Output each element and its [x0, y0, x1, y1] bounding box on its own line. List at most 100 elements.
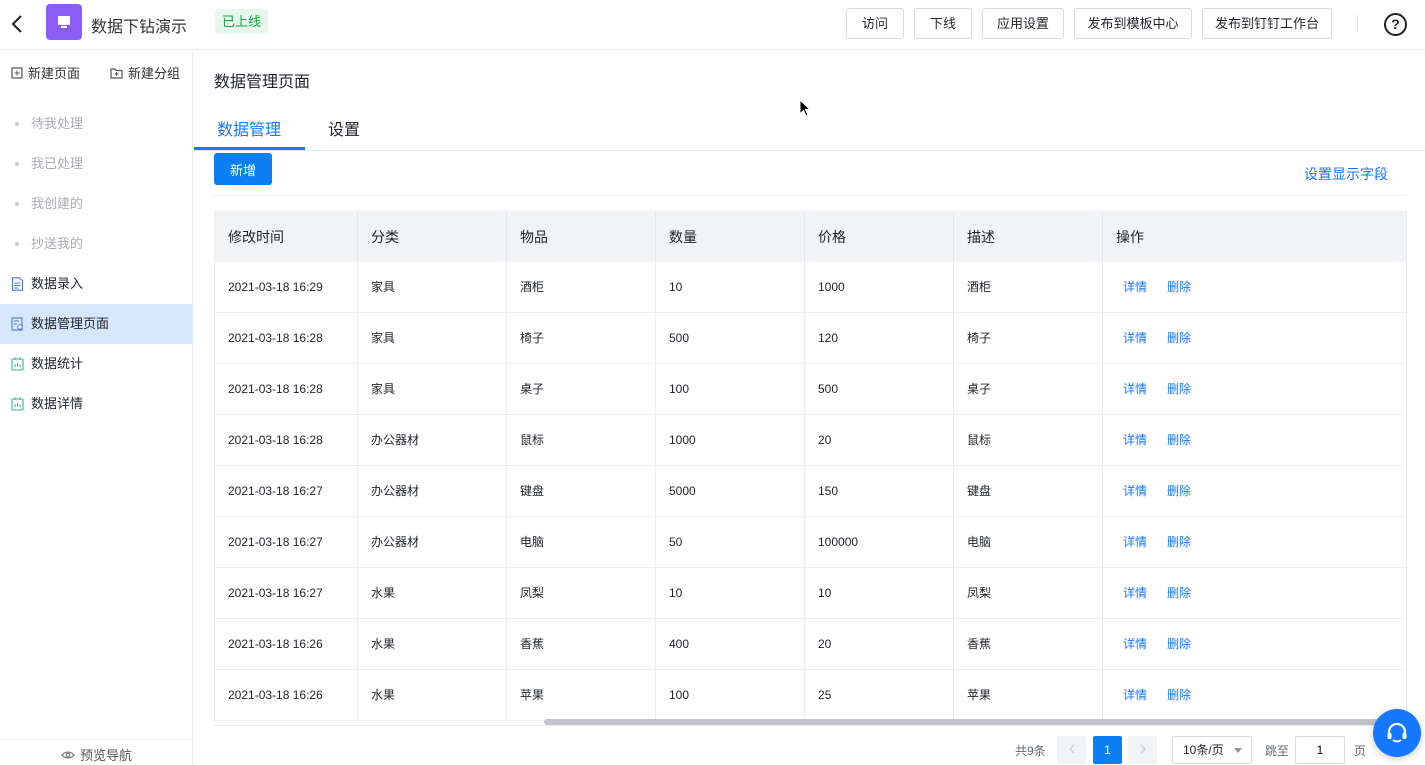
table-cell: 水果 — [358, 619, 507, 670]
table-cell: 2021-03-18 16:29 — [215, 262, 358, 313]
customer-service-button[interactable] — [1373, 709, 1421, 757]
horizontal-scrollbar[interactable] — [544, 719, 1406, 725]
detail-link[interactable]: 详情 — [1123, 262, 1147, 312]
preview-nav-label: 预览导航 — [79, 748, 132, 763]
sidebar-item-label: 数据统计 — [31, 356, 84, 371]
table-cell: 家具 — [358, 313, 507, 364]
table-cell: 2021-03-18 16:26 — [215, 670, 358, 721]
new-group-button[interactable]: 新建分组 — [110, 63, 180, 82]
table-row: 2021-03-18 16:28 家具 桌子 100 500 桌子 详情 删除 — [215, 364, 1406, 415]
sidebar-item-data-detail[interactable]: 数据详情 — [0, 384, 193, 424]
sidebar-item-cc[interactable]: 抄送我的 — [0, 224, 193, 264]
detail-link[interactable]: 详情 — [1123, 415, 1147, 465]
sidebar-item-data-entry[interactable]: 数据录入 — [0, 264, 193, 304]
table-cell: 香蕉 — [954, 619, 1103, 670]
sidebar-item-todo[interactable]: 待我处理 — [0, 104, 193, 144]
new-page-button[interactable]: 新建页面 — [11, 63, 80, 82]
table-cell: 办公器材 — [358, 415, 507, 466]
sidebar-item-label: 我已处理 — [31, 156, 84, 171]
table-cell: 50 — [656, 517, 805, 568]
detail-link[interactable]: 详情 — [1123, 670, 1147, 720]
table-cell: 水果 — [358, 670, 507, 721]
table-cell: 10 — [805, 568, 954, 619]
sidebar-item-done[interactable]: 我已处理 — [0, 144, 193, 184]
detail-link[interactable]: 详情 — [1123, 466, 1147, 516]
table-cell: 150 — [805, 466, 954, 517]
publish-template-button[interactable]: 发布到模板中心 — [1074, 8, 1192, 39]
table-row: 2021-03-18 16:27 办公器材 电脑 50 100000 电脑 详情 删除 — [215, 517, 1406, 568]
delete-link[interactable]: 删除 — [1167, 517, 1191, 567]
delete-link[interactable]: 删除 — [1167, 466, 1191, 516]
jump-page-input[interactable] — [1295, 736, 1345, 764]
app-icon — [46, 4, 82, 40]
data-table: 修改时间 分类 物品 数量 价格 描述 操作 2021-03-18 16:29 家… — [214, 211, 1407, 726]
column-header: 操作 — [1116, 229, 1144, 245]
report-icon — [11, 397, 24, 411]
column-header: 分类 — [358, 212, 507, 262]
pagination-total: 共9条 — [1015, 744, 1046, 758]
tab-data-manage[interactable]: 数据管理 — [217, 116, 281, 140]
table-row: 2021-03-18 16:28 家具 椅子 500 120 椅子 详情 删除 — [215, 313, 1406, 364]
table-cell: 20 — [805, 619, 954, 670]
delete-link[interactable]: 删除 — [1167, 670, 1191, 720]
help-icon[interactable]: ? — [1384, 13, 1407, 36]
tab-settings[interactable]: 设置 — [328, 116, 360, 140]
delete-link[interactable]: 删除 — [1167, 415, 1191, 465]
detail-link[interactable]: 详情 — [1123, 517, 1147, 567]
app-settings-button[interactable]: 应用设置 — [982, 8, 1064, 39]
sidebar-item-data-manage[interactable]: 数据管理页面 — [0, 304, 193, 344]
delete-link[interactable]: 删除 — [1167, 568, 1191, 618]
publish-dingtalk-button[interactable]: 发布到钉钉工作台 — [1202, 8, 1332, 39]
report-icon — [11, 357, 24, 371]
table-cell: 5000 — [656, 466, 805, 517]
visit-button[interactable]: 访问 — [846, 8, 904, 39]
table-cell: 办公器材 — [358, 517, 507, 568]
table-cell: 香蕉 — [507, 619, 656, 670]
sidebar-item-label: 数据录入 — [31, 276, 84, 291]
table-cell: 20 — [805, 415, 954, 466]
offline-button[interactable]: 下线 — [914, 8, 972, 39]
prev-page-button[interactable] — [1057, 736, 1086, 764]
form-icon — [11, 277, 24, 291]
delete-link[interactable]: 删除 — [1167, 313, 1191, 363]
delete-link[interactable]: 删除 — [1167, 364, 1191, 414]
delete-link[interactable]: 删除 — [1167, 262, 1191, 312]
table-cell: 苹果 — [507, 670, 656, 721]
toolbar-divider — [214, 195, 1407, 196]
table-cell: 25 — [805, 670, 954, 721]
table-row: 2021-03-18 16:27 水果 凤梨 10 10 凤梨 详情 删除 — [215, 568, 1406, 619]
next-page-button[interactable] — [1128, 736, 1157, 764]
table-cell: 家具 — [358, 364, 507, 415]
table-cell: 键盘 — [954, 466, 1103, 517]
new-page-icon — [11, 66, 23, 79]
add-button[interactable]: 新增 — [214, 153, 272, 185]
detail-link[interactable]: 详情 — [1123, 619, 1147, 669]
app-title: 数据下钻演示 — [91, 19, 188, 36]
delete-link[interactable]: 删除 — [1167, 619, 1191, 669]
detail-link[interactable]: 详情 — [1123, 313, 1147, 363]
sidebar-item-label: 待我处理 — [31, 116, 84, 131]
eye-icon — [61, 750, 75, 759]
sidebar-item-label: 数据管理页面 — [31, 316, 110, 331]
table-cell: 水果 — [358, 568, 507, 619]
table-row: 2021-03-18 16:28 办公器材 鼠标 1000 20 鼠标 详情 删除 — [215, 415, 1406, 466]
table-cell: 酒柜 — [954, 262, 1103, 313]
preview-nav-button[interactable]: 预览导航 — [0, 739, 193, 765]
page-suffix-label: 页 — [1354, 744, 1367, 758]
data-manage-icon — [11, 317, 23, 331]
sidebar-item-created[interactable]: 我创建的 — [0, 184, 193, 224]
sidebar-item-data-stats[interactable]: 数据统计 — [0, 344, 193, 384]
back-arrow-icon[interactable] — [6, 12, 28, 36]
column-header: 描述 — [954, 212, 1103, 262]
field-settings-link[interactable]: 设置显示字段 — [1304, 164, 1388, 184]
sidebar-item-label: 数据详情 — [31, 396, 84, 411]
detail-link[interactable]: 详情 — [1123, 364, 1147, 414]
table-cell: 办公器材 — [358, 466, 507, 517]
table-cell: 鼠标 — [954, 415, 1103, 466]
table-cell: 1000 — [805, 262, 954, 313]
detail-link[interactable]: 详情 — [1123, 568, 1147, 618]
page-number-button[interactable]: 1 — [1093, 736, 1122, 764]
page-size-select[interactable]: 10条/页 — [1172, 736, 1252, 764]
table-cell: 10 — [656, 262, 805, 313]
column-header: 数量 — [656, 212, 805, 262]
